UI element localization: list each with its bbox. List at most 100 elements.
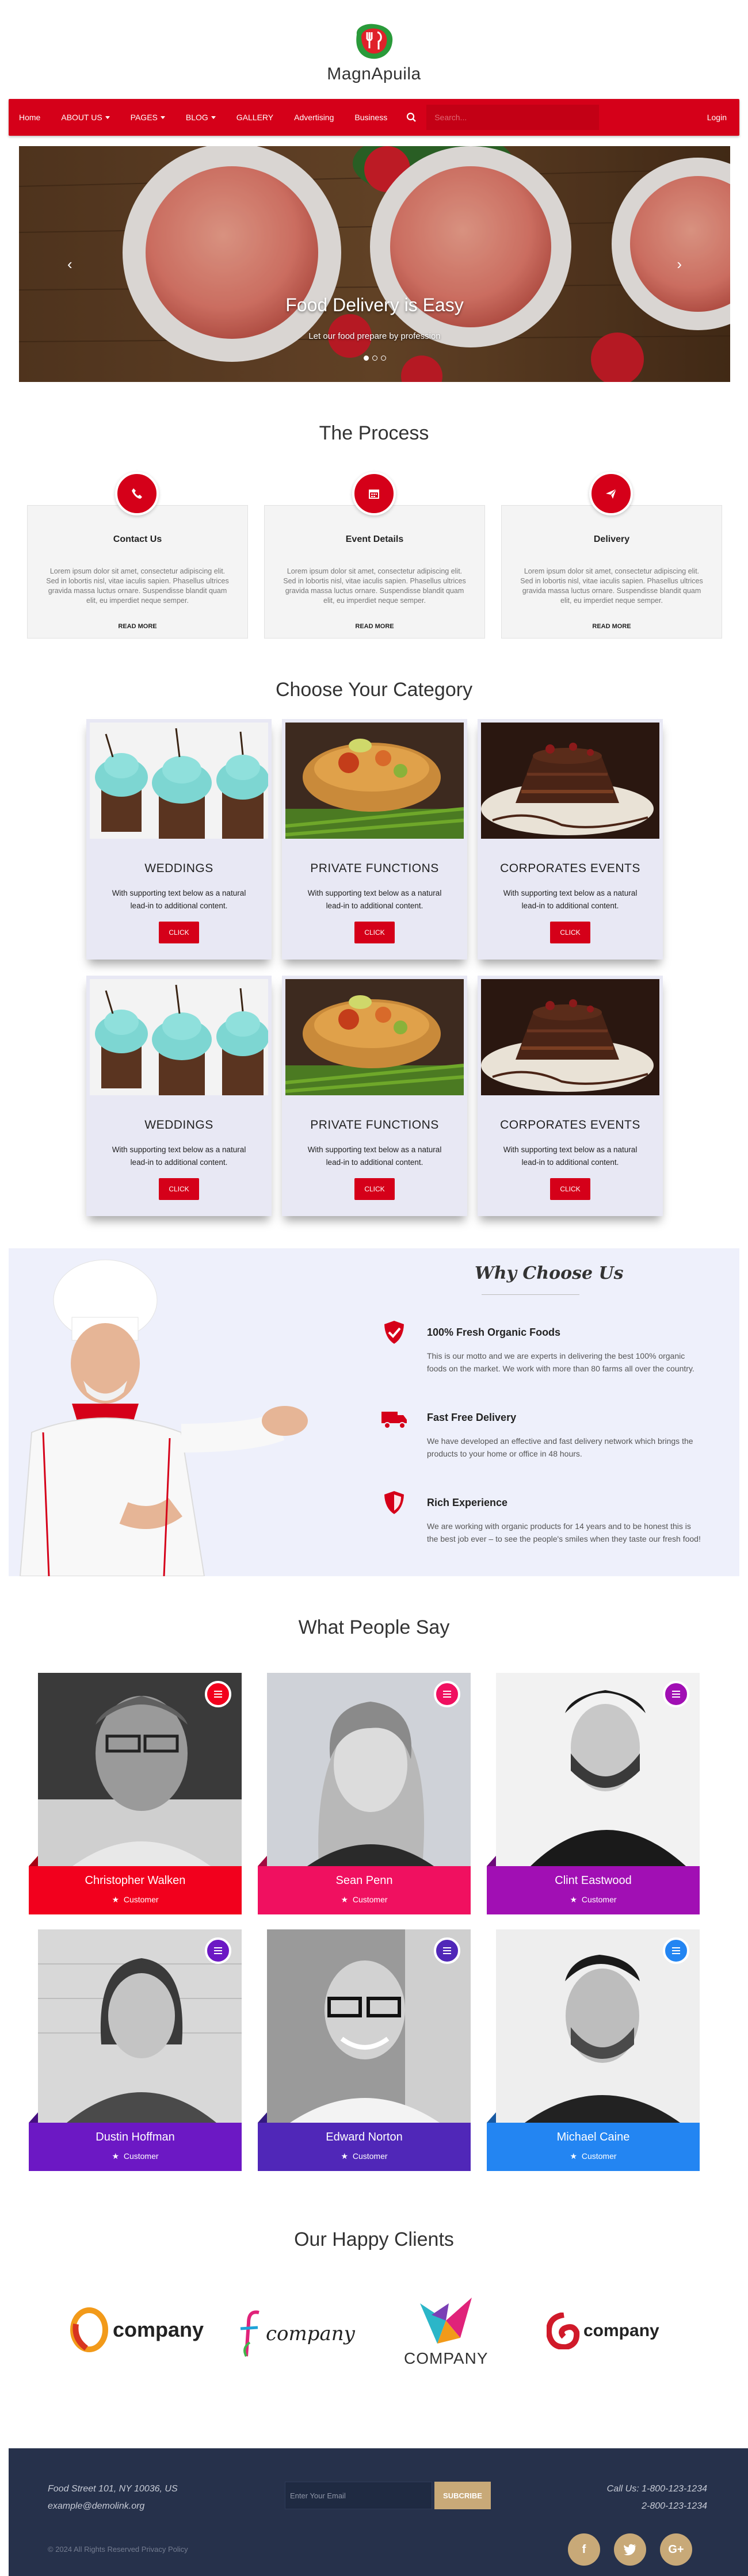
brand-logo[interactable] — [350, 22, 398, 62]
person-role: ★ Customer — [112, 2151, 159, 2161]
hero-indicators — [19, 353, 730, 364]
category-click-button[interactable]: CLICK — [354, 922, 395, 943]
client-logo[interactable]: COMPANY — [404, 2292, 489, 2368]
caret-down-icon — [105, 116, 110, 119]
slide-dot[interactable] — [372, 356, 377, 361]
why-item-title: Rich Experience — [427, 1497, 508, 1508]
category-image — [285, 723, 464, 839]
newsletter-email-input[interactable] — [285, 2482, 432, 2509]
category-click-button[interactable]: CLICK — [550, 922, 590, 943]
google-plus-icon[interactable]: G+ — [660, 2533, 692, 2566]
category-card: PRIVATE FUNCTIONS With supporting text be… — [282, 976, 467, 1216]
category-text: With supporting text below as a natural … — [307, 889, 442, 910]
nav-item-business[interactable]: Business — [344, 99, 398, 136]
slide-dot[interactable] — [380, 356, 386, 361]
nav-item-about[interactable]: ABOUT US — [51, 99, 120, 136]
main-navbar: Home ABOUT US PAGES BLOG GALLERY Adverti… — [9, 99, 739, 136]
nav-item-home[interactable]: Home — [9, 99, 51, 136]
testimonial-card: Sean Penn ★ Customer — [258, 1673, 471, 1914]
client-logo[interactable]: company — [238, 2308, 355, 2360]
why-title: Why Choose Us — [475, 1263, 624, 1283]
category-text: With supporting text below as a natural … — [112, 889, 246, 910]
phone-line: 2-800-123-1234 — [642, 2501, 707, 2511]
nav-label: ABOUT US — [61, 113, 102, 122]
testimonial-card: Michael Caine ★ Customer — [487, 1929, 700, 2171]
footer-address: Food Street 101, NY 10036, US example@de… — [48, 2481, 178, 2515]
phone-icon — [115, 472, 159, 515]
caret-down-icon — [211, 116, 216, 119]
search-input[interactable] — [426, 105, 600, 130]
divider — [482, 1294, 579, 1295]
process-card: Delivery Lorem ipsum dolor sit amet, con… — [501, 505, 722, 639]
ribbon-fold — [29, 1856, 38, 1866]
read-more-link[interactable]: READ MORE — [28, 623, 247, 630]
testimonial-card: Dustin Hoffman ★ Customer — [29, 1929, 242, 2171]
login-link[interactable]: Login — [694, 113, 739, 122]
slide-dot[interactable] — [363, 356, 369, 361]
category-text: With supporting text below as a natural … — [307, 1145, 442, 1167]
person-role: ★ Customer — [341, 1895, 388, 1904]
nav-item-pages[interactable]: PAGES — [120, 99, 175, 136]
category-click-button[interactable]: CLICK — [354, 1178, 395, 1200]
category-card: PRIVATE FUNCTIONS With supporting text be… — [282, 719, 467, 960]
address-line: Food Street 101, NY 10036, US — [48, 2484, 178, 2494]
client-logo[interactable]: company — [547, 2313, 659, 2349]
nav-item-advertising[interactable]: Advertising — [284, 99, 344, 136]
caret-down-icon — [160, 116, 165, 119]
testimonial-band: Michael Caine ★ Customer — [487, 2123, 700, 2171]
hero-title: Food Delivery is Easy — [285, 295, 464, 315]
process-card: Event Details Lorem ipsum dolor sit amet… — [264, 505, 485, 639]
category-click-button[interactable]: CLICK — [159, 1178, 199, 1200]
category-title: PRIVATE FUNCTIONS — [310, 1118, 439, 1132]
shield-plus-icon — [380, 1490, 409, 1515]
read-more-link[interactable]: READ MORE — [502, 623, 722, 630]
category-image — [90, 979, 268, 1095]
testimonial-band: Christopher Walken ★ Customer — [29, 1866, 242, 1914]
categories-title: Choose Your Category — [275, 679, 473, 701]
subscribe-button[interactable]: SUBCRIBE — [434, 2482, 491, 2509]
menu-icon[interactable] — [205, 1681, 231, 1707]
nav-item-blog[interactable]: BLOG — [175, 99, 226, 136]
category-text: With supporting text below as a natural … — [112, 1145, 246, 1167]
category-image — [90, 723, 268, 839]
client-logo-text: company — [583, 2321, 659, 2340]
process-card: Contact Us Lorem ipsum dolor sit amet, c… — [27, 505, 248, 639]
site-header: MagnApuila — [0, 0, 748, 98]
nav-label: Business — [354, 113, 388, 122]
star-icon: ★ — [570, 1895, 578, 1904]
menu-icon[interactable] — [434, 1937, 460, 1964]
category-card: CORPORATES EVENTS With supporting text be… — [478, 719, 663, 960]
client-logo[interactable]: company — [69, 2307, 204, 2353]
ribbon-fold — [258, 2112, 267, 2123]
ribbon-fold — [487, 2112, 496, 2123]
process-card-text: Lorem ipsum dolor sit amet, consectetur … — [520, 567, 703, 605]
person-name: Michael Caine — [556, 2131, 630, 2143]
facebook-icon[interactable]: f — [568, 2533, 600, 2566]
person-name: Clint Eastwood — [555, 1874, 632, 1887]
search-icon[interactable] — [400, 99, 423, 136]
category-click-button[interactable]: CLICK — [550, 1178, 590, 1200]
why-item-text: We are working with organic products for… — [427, 1522, 701, 1543]
star-icon: ★ — [112, 1895, 120, 1904]
hero-subtitle: Let our food prepare by profession — [308, 331, 441, 341]
why-choose-section: Why Choose Us 100% Fresh Organic Foods T… — [9, 1248, 739, 1576]
paper-plane-icon — [589, 472, 633, 515]
footer-email-link[interactable]: example@demolink.org — [48, 2498, 178, 2515]
hero-next-arrow-icon[interactable]: › — [677, 255, 682, 273]
menu-icon[interactable] — [663, 1681, 689, 1707]
nav-item-gallery[interactable]: GALLERY — [226, 99, 284, 136]
testimonial-band: Edward Norton ★ Customer — [258, 2123, 471, 2171]
nav-label: PAGES — [130, 113, 158, 122]
person-name: Sean Penn — [335, 1874, 393, 1887]
menu-icon[interactable] — [663, 1937, 689, 1964]
menu-icon[interactable] — [205, 1937, 231, 1964]
ribbon-fold — [487, 1856, 496, 1866]
category-click-button[interactable]: CLICK — [159, 922, 199, 943]
read-more-link[interactable]: READ MORE — [265, 623, 484, 630]
menu-icon[interactable] — [434, 1681, 460, 1707]
truck-icon — [380, 1407, 409, 1432]
hero-prev-arrow-icon[interactable]: ‹ — [67, 255, 72, 273]
twitter-icon[interactable] — [614, 2533, 646, 2566]
why-item-text: We have developed an effective and fast … — [427, 1436, 693, 1458]
testimonial-band: Clint Eastwood ★ Customer — [487, 1866, 700, 1914]
